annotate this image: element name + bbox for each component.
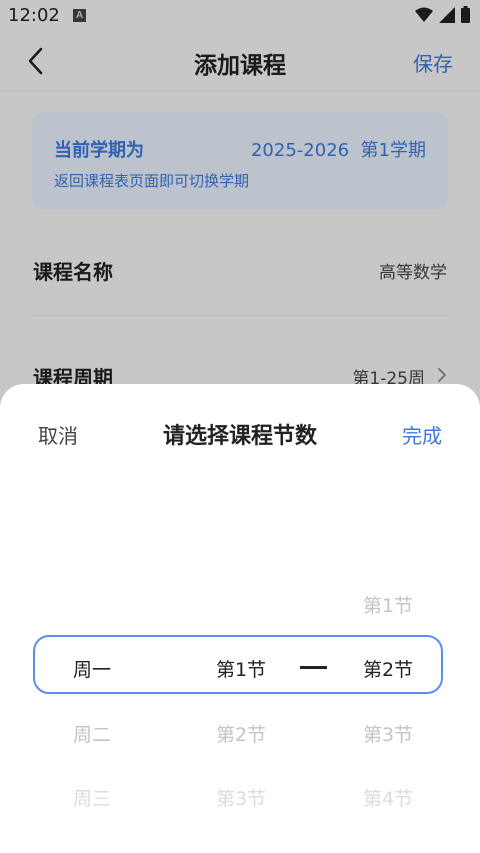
range-dash bbox=[300, 666, 327, 669]
weekday-option[interactable]: 周三 bbox=[32, 784, 152, 811]
start-period-option[interactable]: 第2节 bbox=[181, 720, 301, 747]
end-period-option[interactable]: 第4节 bbox=[328, 784, 448, 811]
weekday-option[interactable]: 周一 bbox=[32, 655, 152, 682]
done-button[interactable]: 完成 bbox=[402, 420, 442, 449]
period-picker-sheet: 取消 请选择课程节数 完成 周一 周二 周三 第1节 第2节 第3节 第1节 第… bbox=[0, 384, 480, 853]
weekday-option[interactable]: 周二 bbox=[32, 720, 152, 747]
end-period-option[interactable]: 第2节 bbox=[328, 655, 448, 682]
end-period-option[interactable]: 第1节 bbox=[328, 591, 448, 618]
end-period-option[interactable]: 第3节 bbox=[328, 720, 448, 747]
start-period-option[interactable]: 第1节 bbox=[181, 655, 301, 682]
start-period-option[interactable]: 第3节 bbox=[181, 784, 301, 811]
